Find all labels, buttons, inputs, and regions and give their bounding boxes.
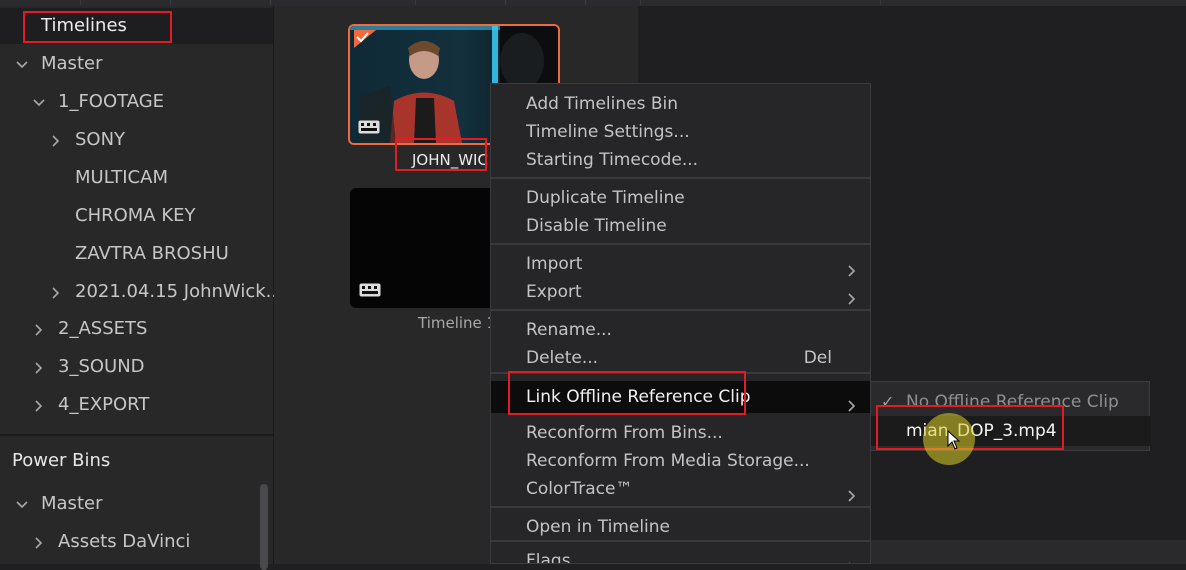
- chevron-right-icon[interactable]: [30, 387, 48, 423]
- bin-item-2-assets[interactable]: 2_ASSETS: [0, 311, 273, 347]
- power-bin-item[interactable]: Master: [0, 486, 273, 522]
- bin-item-4-export[interactable]: 4_EXPORT: [0, 387, 273, 423]
- clip-label-john-wick: JOHN_WIC: [412, 151, 488, 169]
- link-offline-submenu: ✓ No Offline Reference Clip mian_DOP_3.mp4: [870, 381, 1151, 451]
- bin-item-label: 4_EXPORT: [58, 394, 150, 415]
- mouse-pointer-icon: [947, 430, 961, 450]
- bin-item-label: 1_FOOTAGE: [58, 91, 165, 112]
- menu-item-flags[interactable]: Flags: [491, 547, 870, 564]
- chevron-right-icon[interactable]: [30, 311, 48, 347]
- bin-item-1-footage[interactable]: 1_FOOTAGE: [0, 84, 273, 120]
- menu-item-label: Duplicate Timeline: [526, 188, 685, 208]
- power-bins-title: Power Bins: [12, 450, 111, 471]
- timelines-bin-header[interactable]: Timelines: [0, 8, 273, 44]
- menu-item-label: Reconform From Media Storage...: [526, 451, 810, 471]
- selected-check-icon: [354, 30, 376, 48]
- menu-item-starting-timecode[interactable]: Starting Timecode...: [491, 146, 870, 174]
- menu-item-label: Flags: [526, 551, 571, 564]
- menu-item-delete[interactable]: Delete... Del: [491, 344, 870, 372]
- menu-item-colortrace[interactable]: ColorTrace™: [491, 475, 870, 503]
- chevron-right-icon[interactable]: [30, 524, 48, 560]
- sidebar-divider: [0, 434, 273, 436]
- power-bin-item-label: Assets DaVinci: [58, 531, 191, 552]
- chevron-right-icon[interactable]: [47, 274, 65, 310]
- menu-item-disable-timeline[interactable]: Disable Timeline: [491, 212, 870, 240]
- menu-item-label: Rename...: [526, 320, 612, 340]
- chevron-down-icon[interactable]: [13, 46, 31, 82]
- bin-item-master[interactable]: Master: [0, 46, 273, 82]
- chevron-right-icon[interactable]: [30, 349, 48, 385]
- menu-item-label: Import: [526, 254, 583, 274]
- menu-item-rename[interactable]: Rename...: [491, 316, 870, 344]
- menu-item-label: Starting Timecode...: [526, 150, 699, 170]
- chevron-right-icon: [846, 286, 858, 314]
- menu-item-reconform-from-media-storage[interactable]: Reconform From Media Storage...: [491, 447, 870, 475]
- bin-item-label: 3_SOUND: [58, 356, 145, 377]
- menu-item-add-timelines-bin[interactable]: Add Timelines Bin: [491, 90, 870, 118]
- power-bin-item[interactable]: Assets DaVinci: [0, 524, 273, 560]
- bin-item-label: 2021.04.15 JohnWick...: [75, 281, 283, 302]
- bin-item-label: ZAVTRA BROSHU: [75, 243, 229, 264]
- submenu-item-clip-file[interactable]: mian_DOP_3.mp4: [871, 416, 1151, 446]
- menu-item-label: Disable Timeline: [526, 216, 667, 236]
- menu-item-label: Link Offline Reference Clip: [526, 387, 751, 407]
- menu-item-label: Delete...: [526, 348, 599, 368]
- timeline-icon: [359, 283, 381, 297]
- bin-item-label: SONY: [75, 129, 126, 150]
- menu-item-label: Timeline Settings...: [526, 122, 690, 142]
- menu-item-label: Reconform From Bins...: [526, 423, 723, 443]
- menu-separator: [491, 309, 870, 311]
- menu-item-reconform-from-bins[interactable]: Reconform From Bins...: [491, 419, 870, 447]
- clip-label-timeline-1: Timeline 1: [418, 314, 497, 332]
- menu-item-shortcut: Del: [803, 348, 832, 368]
- menu-item-export[interactable]: Export: [491, 278, 870, 306]
- submenu-item-no-reference[interactable]: ✓ No Offline Reference Clip: [871, 387, 1151, 417]
- menu-separator: [491, 177, 870, 179]
- submenu-item-label: No Offline Reference Clip: [906, 392, 1119, 412]
- chevron-right-icon: [846, 483, 858, 511]
- context-menu: Add Timelines Bin Timeline Settings... Sta…: [490, 83, 871, 564]
- bin-item-multicam[interactable]: MULTICAM: [0, 160, 273, 196]
- chevron-right-icon[interactable]: [47, 122, 65, 158]
- bin-item-label: CHROMA KEY: [75, 205, 196, 226]
- menu-item-label: Export: [526, 282, 582, 302]
- timelines-bin-label: Timelines: [41, 15, 127, 36]
- bin-item-label: 2_ASSETS: [58, 318, 148, 339]
- menu-item-duplicate-timeline[interactable]: Duplicate Timeline: [491, 184, 870, 212]
- sidebar-scrollbar[interactable]: [260, 484, 268, 570]
- checkmark-icon: ✓: [881, 392, 895, 411]
- menu-item-label: Open in Timeline: [526, 517, 670, 537]
- bin-item-chroma-key[interactable]: CHROMA KEY: [0, 198, 273, 234]
- menu-item-link-offline-reference-clip[interactable]: Link Offline Reference Clip: [491, 381, 870, 413]
- bin-item-label: MULTICAM: [75, 167, 168, 188]
- menu-item-label: Add Timelines Bin: [526, 94, 679, 114]
- menu-separator: [491, 243, 870, 245]
- bin-sidebar: Timelines Master 1_FOOTAGE SONY MULTICAM CHR…: [0, 6, 283, 570]
- chevron-down-icon[interactable]: [13, 486, 31, 522]
- bin-item-zavtra-broshu[interactable]: ZAVTRA BROSHU: [0, 236, 273, 272]
- menu-item-timeline-settings[interactable]: Timeline Settings...: [491, 118, 870, 146]
- chevron-right-icon: [846, 555, 858, 563]
- bin-item-label: Master: [41, 53, 103, 74]
- menu-item-import[interactable]: Import: [491, 250, 870, 278]
- menu-item-label: ColorTrace™: [526, 479, 633, 499]
- menu-separator: [491, 506, 870, 508]
- menu-item-open-in-timeline[interactable]: Open in Timeline: [491, 513, 870, 541]
- chevron-down-icon[interactable]: [30, 84, 48, 120]
- bin-item-2021-04-15-johnwick[interactable]: 2021.04.15 JohnWick...: [0, 274, 283, 310]
- bin-item-sony[interactable]: SONY: [0, 122, 273, 158]
- bin-item-3-sound[interactable]: 3_SOUND: [0, 349, 273, 385]
- timeline-icon: [358, 120, 380, 134]
- power-bin-item-label: Master: [41, 493, 103, 514]
- menu-separator: [491, 372, 870, 374]
